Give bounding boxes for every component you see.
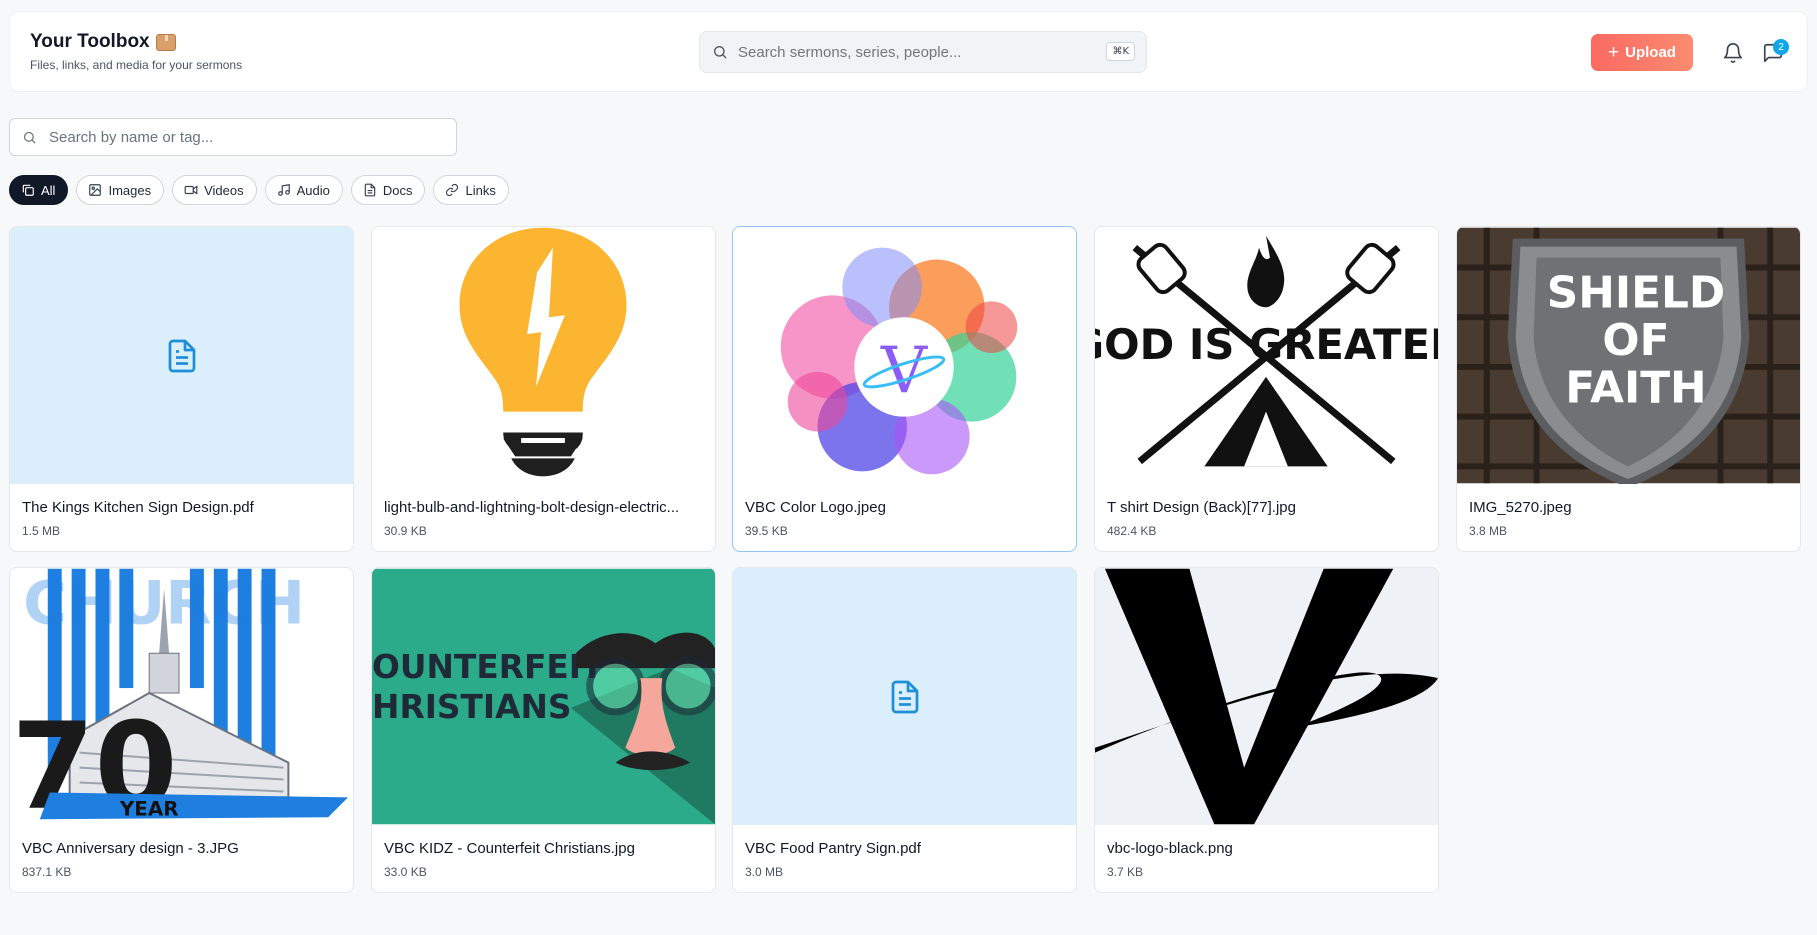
file-name: VBC KIDZ - Counterfeit Christians.jpg	[384, 840, 635, 857]
file-card[interactable]: GOD IS GREATER T shirt Design (Back)[77]…	[1094, 226, 1439, 552]
file-thumbnail	[1095, 568, 1438, 825]
file-thumbnail	[733, 568, 1076, 825]
file-card[interactable]: CHURCH 70 YEAR VBC Anniversary design - …	[9, 567, 354, 893]
page-title: Your Toolbox	[30, 31, 242, 53]
search-shortcut: ⌘K	[1106, 42, 1135, 61]
svg-text:GOD IS GREATER: GOD IS GREATER	[1095, 320, 1438, 369]
shield-of-faith-image: SHIELD OF FAITH	[1457, 227, 1800, 484]
file-size: 30.9 KB	[384, 524, 427, 538]
search-icon	[23, 131, 36, 144]
package-icon	[155, 33, 176, 51]
svg-text:FAITH: FAITH	[1565, 363, 1706, 414]
file-size: 3.7 KB	[1107, 865, 1144, 879]
file-thumbnail	[372, 227, 715, 484]
file-size: 39.5 KB	[745, 524, 788, 538]
filter-links[interactable]: Links	[433, 175, 509, 205]
link-icon	[446, 183, 459, 197]
filter-all[interactable]: All	[9, 175, 69, 205]
svg-text:HRISTIANS: HRISTIANS	[372, 688, 572, 726]
file-name: vbc-logo-black.png	[1107, 840, 1233, 857]
file-name: T shirt Design (Back)[77].jpg	[1107, 499, 1296, 516]
file-card[interactable]: light-bulb-and-lightning-bolt-design-ele…	[371, 226, 716, 552]
file-name: light-bulb-and-lightning-bolt-design-ele…	[384, 499, 680, 516]
file-name: The Kings Kitchen Sign Design.pdf	[22, 499, 254, 516]
global-search-input[interactable]	[738, 43, 1098, 61]
svg-text:YEAR: YEAR	[119, 797, 179, 820]
file-card[interactable]: VBC Food Pantry Sign.pdf 3.0 MB	[732, 567, 1077, 893]
file-thumbnail: V	[733, 227, 1076, 484]
file-card[interactable]: SHIELD OF FAITH IMG_5270.jpeg 3.8 MB	[1456, 226, 1801, 552]
brand: Your Toolbox Files, links, and media for…	[30, 31, 242, 72]
copy-icon	[22, 184, 34, 196]
lightbulb-image	[372, 227, 715, 484]
file-card[interactable]: OUNTERFEIT HRISTIANS VBC KIDZ - Counterf…	[371, 567, 716, 893]
filter-audio[interactable]: Audio	[264, 175, 343, 205]
file-size: 482.4 KB	[1107, 524, 1157, 538]
color-logo-image: V	[733, 227, 1076, 484]
global-search[interactable]: ⌘K	[699, 31, 1147, 73]
black-logo-image	[1095, 568, 1438, 825]
svg-text:OUNTERFEIT: OUNTERFEIT	[372, 648, 604, 686]
filter-videos[interactable]: Videos	[172, 175, 257, 205]
file-thumbnail: OUNTERFEIT HRISTIANS	[372, 568, 715, 825]
messages-badge: 2	[1773, 39, 1789, 55]
svg-text:OF: OF	[1602, 315, 1669, 366]
filter-chips: All Images Videos Audio Docs Links	[9, 175, 509, 205]
document-icon	[364, 183, 376, 197]
counterfeit-christians-image: OUNTERFEIT HRISTIANS	[372, 568, 715, 825]
file-name: IMG_5270.jpeg	[1469, 499, 1572, 516]
tshirt-design-image: GOD IS GREATER	[1095, 227, 1438, 484]
file-thumbnail	[10, 227, 353, 484]
pdf-file-icon	[891, 680, 918, 713]
plus-icon: +	[1608, 42, 1620, 63]
filter-images[interactable]: Images	[76, 175, 165, 205]
upload-button[interactable]: + Upload	[1591, 34, 1693, 71]
file-size: 837.1 KB	[22, 865, 72, 879]
file-size: 3.0 MB	[745, 865, 784, 879]
file-thumbnail: GOD IS GREATER	[1095, 227, 1438, 484]
file-name: VBC Food Pantry Sign.pdf	[745, 840, 921, 857]
bell-icon[interactable]	[1722, 42, 1744, 64]
file-card[interactable]: The Kings Kitchen Sign Design.pdf 1.5 MB	[9, 226, 354, 552]
page-subtitle: Files, links, and media for your sermons	[30, 58, 243, 72]
video-icon	[184, 185, 198, 195]
search-icon	[714, 46, 727, 59]
svg-text:SHIELD: SHIELD	[1547, 267, 1725, 318]
toolbox-search-input[interactable]	[49, 128, 429, 146]
music-icon	[277, 184, 290, 196]
anniversary-image: CHURCH 70 YEAR	[10, 568, 353, 825]
top-header: Your Toolbox Files, links, and media for…	[9, 11, 1808, 92]
file-size: 1.5 MB	[22, 524, 61, 538]
file-name: VBC Color Logo.jpeg	[745, 499, 886, 516]
pdf-file-icon	[168, 339, 195, 372]
file-size: 33.0 KB	[384, 865, 427, 879]
toolbox-search[interactable]	[9, 118, 457, 156]
image-icon	[89, 184, 102, 196]
file-card[interactable]: V VBC Color Logo.jpeg 39.5 KB	[732, 226, 1077, 552]
file-thumbnail: CHURCH 70 YEAR	[10, 568, 353, 825]
file-card[interactable]: vbc-logo-black.png 3.7 KB	[1094, 567, 1439, 893]
filter-docs[interactable]: Docs	[350, 175, 426, 205]
file-size: 3.8 MB	[1469, 524, 1508, 538]
file-thumbnail: SHIELD OF FAITH	[1457, 227, 1800, 484]
file-name: VBC Anniversary design - 3.JPG	[22, 840, 239, 857]
